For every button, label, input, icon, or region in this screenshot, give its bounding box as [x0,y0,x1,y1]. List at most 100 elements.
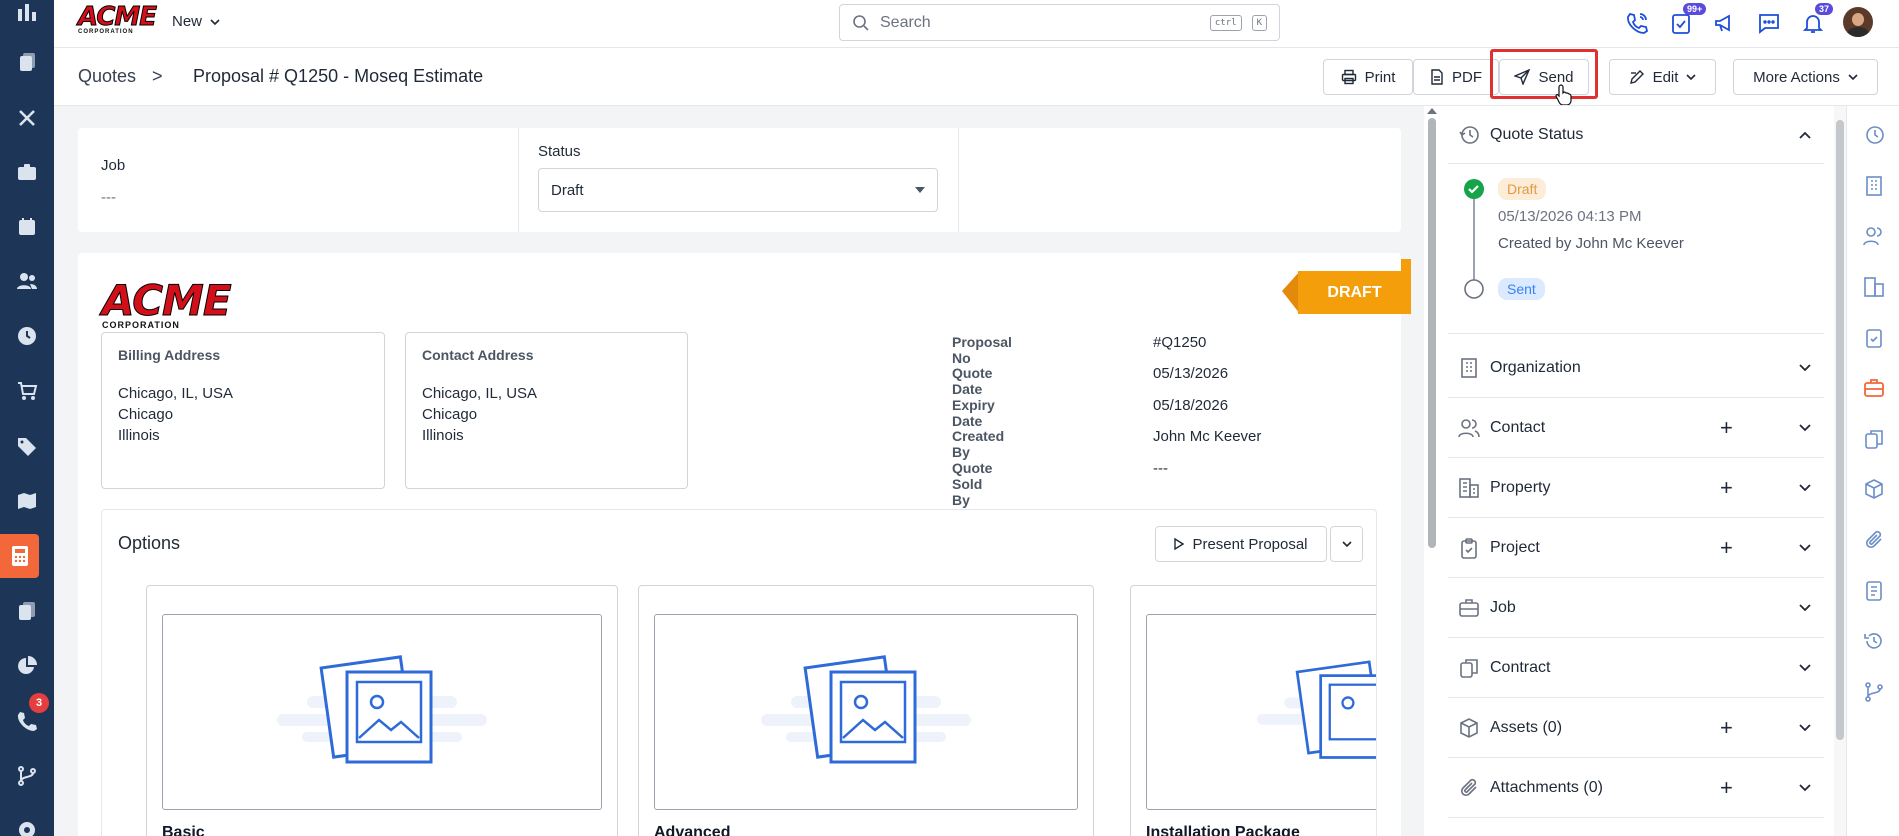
caret-down-icon [915,187,925,193]
breadcrumb-quotes[interactable]: Quotes [78,66,136,87]
tools-icon[interactable] [5,96,49,140]
search-input[interactable]: Search [880,14,1200,32]
pdf-button[interactable]: PDF [1413,59,1499,95]
avatar[interactable] [1843,7,1873,37]
clipboard-icon[interactable] [1861,324,1887,350]
flow-icon[interactable] [5,754,49,798]
clipboard-icon [1461,537,1477,559]
chevron-down-icon [1686,74,1696,81]
billing-address-card: Billing Address Chicago, IL, USA Chicago… [101,332,385,489]
paperclip-icon[interactable] [1861,527,1887,553]
company-logo[interactable]: ACME CORPORATION [77,4,157,36]
documents-icon[interactable] [5,40,49,84]
send-highlight [1490,49,1598,99]
settings-icon[interactable] [5,808,49,836]
dashboard-icon[interactable] [5,0,49,34]
edit-button[interactable]: Edit [1609,59,1716,95]
option-card-advanced[interactable]: Advanced [638,585,1094,836]
map-icon[interactable] [5,479,49,523]
billing-address-title: Billing Address [118,347,221,363]
notifications-badge: 37 [1815,3,1834,15]
bell-icon[interactable]: 37 [1799,3,1834,37]
add-project-button[interactable]: + [1720,536,1733,559]
image-placeholder-icon [1146,614,1376,810]
tasks-badge: 99+ [1683,3,1707,15]
people-icon[interactable] [1861,223,1887,249]
chevron-down-icon [1799,663,1811,671]
chevron-down-icon [1799,543,1811,551]
cube-icon [1460,717,1478,738]
megaphone-icon[interactable] [1711,9,1739,37]
section-assets[interactable]: Assets (0) + [1448,698,1824,758]
add-attachment-button[interactable]: + [1720,776,1733,799]
add-property-button[interactable]: + [1720,476,1733,499]
section-project[interactable]: Project + [1448,518,1824,578]
cart-icon[interactable] [5,369,49,413]
contact-line-2: Chicago [422,406,478,423]
draft-ribbon: DRAFT [1282,259,1411,314]
option-name-installation: Installation Package [1146,824,1300,836]
image-placeholder-icon [654,614,1078,810]
contact-address-card: Contact Address Chicago, IL, USA Chicago… [405,332,688,489]
status-select[interactable]: Draft [538,168,938,212]
new-label: New [172,13,203,30]
present-proposal-button[interactable]: Present Proposal [1155,526,1327,562]
people-icon [1458,418,1480,437]
section-organization[interactable]: Organization [1448,338,1824,398]
calendar-icon[interactable] [5,205,49,249]
phone-badge: 3 [29,693,49,713]
chat-icon[interactable] [1755,9,1783,37]
quote-status-header[interactable]: Quote Status [1448,106,1824,164]
more-actions-button[interactable]: More Actions [1733,59,1878,95]
property-icon [1459,477,1479,498]
chevron-down-icon [1799,783,1811,791]
briefcase-icon[interactable] [5,150,49,194]
option-card-basic[interactable]: Basic [146,585,618,836]
document-copy-icon[interactable] [1861,426,1887,452]
check-circle-icon [1464,179,1484,199]
activity-history-icon[interactable] [1861,628,1887,654]
section-job[interactable]: Job [1448,578,1824,638]
history-icon [1459,125,1479,144]
billing-line-3: Illinois [118,427,160,444]
add-contact-button[interactable]: + [1720,416,1733,439]
file-icon [1431,69,1443,85]
briefcase-icon[interactable] [1861,375,1887,401]
present-options-dropdown[interactable] [1330,526,1363,562]
tasks-icon[interactable]: 99+ [1667,3,1707,37]
phone-call-icon[interactable] [1623,9,1651,37]
calculator-icon[interactable] [0,534,39,578]
building-icon[interactable] [1861,173,1887,199]
section-contract[interactable]: Contract [1448,638,1824,698]
history-icon[interactable] [1861,122,1887,148]
pie-chart-icon[interactable] [5,644,49,688]
billing-line-1: Chicago, IL, USA [118,385,234,402]
add-asset-button[interactable]: + [1720,716,1733,739]
tag-icon[interactable] [5,424,49,468]
draft-date: 05/13/2026 04:13 PM [1498,208,1642,225]
building-icon [1461,357,1477,378]
section-contact[interactable]: Contact + [1448,398,1824,458]
clock-icon[interactable] [5,314,49,358]
notes-icon[interactable] [1861,578,1887,604]
contact-line-3: Illinois [422,427,464,444]
copy-icon[interactable] [5,589,49,633]
left-nav: 3 [0,0,54,836]
options-section: Options Present Proposal Basic Advanced … [101,509,1377,836]
contact-line-1: Chicago, IL, USA [422,385,538,402]
section-attachments[interactable]: Attachments (0) + [1448,758,1824,818]
job-label: Job [101,157,126,174]
search-box[interactable]: Search ctrl K [839,4,1280,41]
print-button[interactable]: Print [1323,59,1413,95]
section-property[interactable]: Property + [1448,458,1824,518]
option-name-basic: Basic [162,824,205,836]
chevron-up-icon [1799,131,1811,139]
chevron-down-icon [1799,603,1811,611]
workflow-icon[interactable] [1861,679,1887,705]
cube-icon[interactable] [1861,476,1887,502]
main-scrollbar[interactable] [1424,106,1440,836]
users-icon[interactable] [5,259,49,303]
option-card-installation[interactable]: Installation Package [1130,585,1376,836]
new-menu[interactable]: New [172,13,220,30]
property-icon[interactable] [1861,274,1887,300]
